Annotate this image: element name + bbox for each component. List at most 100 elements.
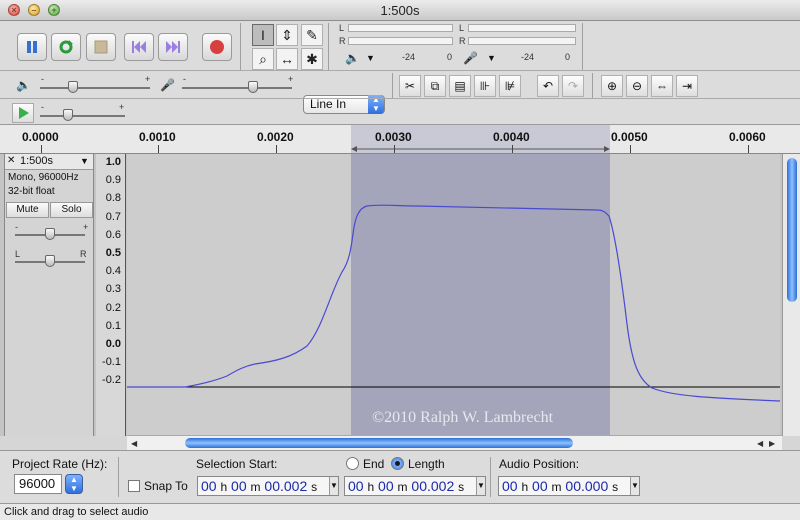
audio-position-field[interactable]: 00 h 00 m 00.000 s ▼ [498,476,640,496]
track-area: ✕ 1:500s ▼ Mono, 96000Hz 32-bit float Mu… [0,154,800,436]
scroll-left-icon[interactable]: ◀ [757,439,763,448]
ruler-tick-mark [512,145,513,153]
hours-value: 00 [201,478,217,494]
ruler-tick-label: 0.0010 [139,130,176,144]
seconds-unit: s [612,480,619,494]
record-volume-knob[interactable] [248,81,258,93]
vertical-scrollbar[interactable] [782,154,800,436]
selection-length-field[interactable]: 00 h 00 m 00.002 s ▼ [344,476,486,496]
track-name-bar[interactable]: ✕ 1:500s ▼ [5,154,93,170]
pan-left-label: L [15,249,21,259]
ibeam-icon: I [261,27,265,43]
trim-button[interactable]: ⊪ [474,75,496,97]
microphone-icon: 🎤 [160,78,175,92]
silence-button[interactable]: ⊯ [499,75,521,97]
length-radio[interactable] [391,457,404,470]
close-track-icon[interactable]: ✕ [7,155,15,166]
pan-knob[interactable] [45,255,55,267]
toolbar-separator [490,457,491,497]
paste-button[interactable]: ▤ [449,75,471,97]
waveform-display[interactable]: ©2010 Ralph W. Lambrecht [127,154,780,436]
playback-volume-slider[interactable] [40,87,150,89]
minutes-value: 00 [532,478,548,494]
ruler-tick-mark [276,145,277,153]
zoom-in-icon: ⊕ [606,79,618,93]
snap-to-label: Snap To [144,479,188,493]
snap-to-checkbox[interactable] [128,480,140,492]
toolbar-separator [240,23,241,70]
meter-channel-label: L [339,23,345,33]
minutes-value: 00 [231,478,247,494]
selection-start-field[interactable]: 00 h 00 m 00.002 s ▼ [197,476,339,496]
toolbar-separator [118,457,119,497]
hours-unit: h [220,480,228,494]
cut-button[interactable]: ✂ [399,75,421,97]
pause-button[interactable] [17,33,47,61]
record-button[interactable] [202,33,232,61]
timeline-ruler[interactable]: 0.0000 0.0010 0.0020 0.0030 0.0040 0.0050 0.00… [0,125,800,154]
pan-right-label: R [80,249,87,259]
selection-extent-arrow [351,146,610,152]
track-bit-depth: 32-bit float [8,186,55,197]
record-meter-left [468,24,576,32]
project-rate-dropdown[interactable]: ▲ ▼ [65,474,83,494]
zoom-tool[interactable]: ⌕ [252,48,274,70]
project-rate-input[interactable]: 96000 [14,474,62,494]
scroll-right-icon[interactable]: ▶ [769,439,775,448]
ruler-tick-label: 0.0000 [22,130,59,144]
track-menu-chevron-icon[interactable]: ▼ [80,156,89,166]
redo-button[interactable]: ↷ [562,75,584,97]
magnifier-icon: ⌕ [259,50,267,67]
mute-button[interactable]: Mute [6,202,49,218]
pause-icon [27,41,37,53]
ruler-tick-mark [748,145,749,153]
scroll-left-icon[interactable]: ◀ [131,439,137,448]
chevron-down-icon[interactable]: ▼ [630,477,639,495]
skip-to-start-button[interactable] [124,33,154,61]
fit-selection-button[interactable]: ⇔ [651,75,673,97]
timeshift-tool[interactable]: ↔ [276,48,298,70]
selection-tool[interactable]: I [252,24,274,46]
stop-button[interactable] [86,33,116,61]
skip-to-end-button[interactable] [158,33,188,61]
envelope-tool[interactable]: ⇕ [276,24,298,46]
hours-value: 00 [502,478,518,494]
horizontal-scroll-thumb[interactable] [185,438,573,448]
zoom-in-button[interactable]: ⊕ [601,75,623,97]
silence-icon: ⊯ [504,79,516,93]
copy-button[interactable]: ⧉ [424,75,446,97]
vertical-scroll-thumb[interactable] [787,158,797,302]
play-speed-slider[interactable] [40,115,125,117]
undo-button[interactable]: ↶ [537,75,559,97]
end-radio[interactable] [346,457,359,470]
multi-tool[interactable]: ✱ [301,48,323,70]
hours-value: 00 [348,478,364,494]
minutes-unit: m [397,480,408,494]
fit-project-icon: ⇥ [681,79,693,93]
zoom-out-button[interactable]: ⊖ [626,75,648,97]
playback-volume-knob[interactable] [68,81,78,93]
seconds-value: 00.000 [565,478,609,494]
horizontal-scrollbar[interactable]: ◀ ◀ ▶ [127,435,782,450]
meter-scale-tick: -24 [402,52,416,62]
ruler-tick-mark [630,145,631,153]
chevron-down-icon[interactable]: ▼ [329,477,338,495]
chevron-down-icon[interactable]: ▼ [487,53,496,63]
microphone-icon[interactable]: 🎤 [463,51,478,65]
play-speed-knob[interactable] [63,109,73,121]
draw-tool[interactable]: ✎ [301,24,323,46]
play-icon [19,107,29,119]
record-meter-right [468,37,576,45]
gain-knob[interactable] [45,228,55,240]
meter-scale-tick: 0 [447,52,453,62]
skip-end-icon [166,41,180,53]
chevron-down-icon[interactable]: ▼ [366,53,375,63]
record-volume-slider[interactable] [182,87,292,89]
chevron-down-icon[interactable]: ▼ [476,477,485,495]
length-radio-label: Length [408,457,445,471]
loop-play-button[interactable] [51,33,81,61]
speaker-icon[interactable]: 🔈 [345,51,360,65]
play-at-speed-button[interactable] [12,103,34,123]
solo-button[interactable]: Solo [50,202,93,218]
fit-project-button[interactable]: ⇥ [676,75,698,97]
